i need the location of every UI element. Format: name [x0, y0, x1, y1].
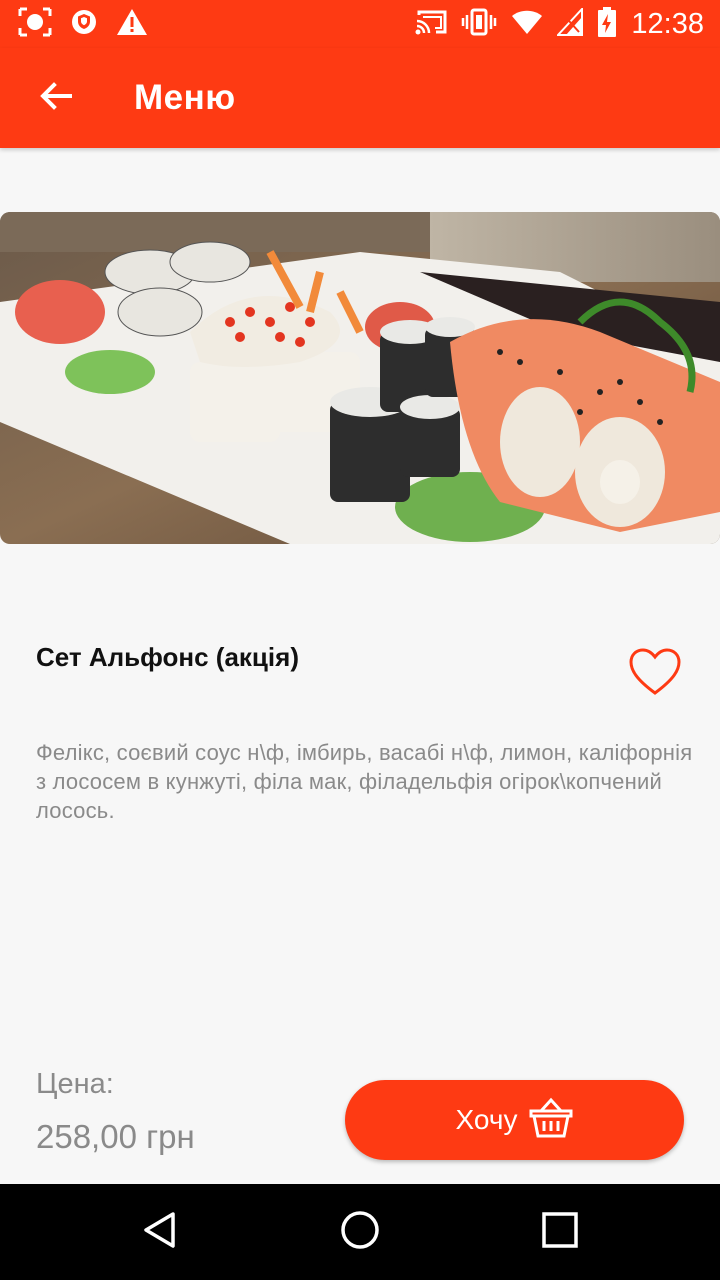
signal-icon [556, 5, 584, 41]
shield-icon [70, 8, 98, 41]
favorite-button[interactable] [626, 646, 684, 698]
warning-icon [116, 8, 148, 41]
product-title: Сет Альфонс (акція) [36, 642, 299, 672]
nav-recents-button[interactable] [536, 1208, 584, 1256]
back-button[interactable] [30, 74, 82, 122]
triangle-back-icon [140, 1210, 180, 1255]
navigation-bar [0, 1184, 720, 1280]
product-description: Фелікс, соєвий соус н\ф, імбирь, васабі … [36, 740, 693, 823]
basket-icon [529, 1097, 573, 1144]
price-label: Цена: [36, 1068, 114, 1100]
nav-back-button[interactable] [136, 1208, 184, 1256]
battery-charging-icon [597, 6, 617, 42]
vibrate-icon [461, 8, 497, 41]
app-bar: Меню [0, 48, 720, 148]
wifi-icon [511, 9, 543, 40]
heart-outline-icon [626, 648, 684, 702]
product-image [0, 212, 720, 544]
want-button-label: Хочу [455, 1104, 518, 1135]
circle-home-icon [339, 1209, 381, 1256]
nav-home-button[interactable] [336, 1208, 384, 1256]
status-time: 12:38 [631, 7, 704, 40]
want-button[interactable]: Хочу [345, 1080, 684, 1160]
square-recents-icon [541, 1211, 579, 1254]
arrow-back-icon [39, 81, 73, 116]
page-title: Меню [134, 78, 236, 117]
screen-record-icon [18, 7, 52, 42]
price-value: 258,00 грн [36, 1118, 195, 1155]
cast-icon [415, 9, 447, 40]
status-bar: 12:38 [0, 0, 720, 48]
